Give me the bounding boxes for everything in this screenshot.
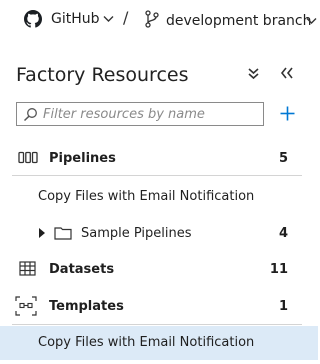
filter-input[interactable] — [43, 105, 257, 123]
tree-folder-label: Sample Pipelines — [81, 226, 192, 241]
tree-folder-sample-pipelines[interactable]: Sample Pipelines 4 — [0, 221, 318, 247]
chevron-down-icon[interactable] — [103, 15, 114, 23]
repo-selector[interactable]: GitHub — [51, 9, 100, 29]
panel-title: Factory Resources — [16, 64, 189, 86]
dataset-icon — [19, 261, 36, 276]
search-icon — [23, 108, 37, 122]
tree-group-pipelines[interactable]: Pipelines 5 — [0, 146, 318, 172]
hide-panel-icon[interactable] — [280, 66, 294, 80]
tree-group-label: Pipelines — [49, 151, 116, 166]
plus-icon[interactable] — [280, 106, 295, 121]
pipeline-icon — [18, 151, 38, 164]
tree-group-label: Datasets — [49, 262, 115, 277]
filter-box — [16, 102, 264, 126]
tree-group-datasets[interactable]: Datasets 11 — [0, 257, 318, 283]
tree-item-template[interactable]: Copy Files with Email Notification — [0, 326, 318, 360]
divider — [12, 175, 302, 176]
collapse-all-icon[interactable] — [247, 67, 260, 81]
tree-group-count: 5 — [278, 151, 288, 166]
caret-right-icon[interactable] — [38, 227, 46, 239]
tree-group-templates[interactable]: Templates 1 — [0, 294, 318, 320]
tree-item-pipeline[interactable]: Copy Files with Email Notification — [0, 184, 318, 210]
folder-icon — [54, 227, 72, 240]
tree-item-label: Copy Files with Email Notification — [38, 189, 255, 204]
tree-item-label: Copy Files with Email Notification — [38, 335, 255, 350]
template-icon — [15, 296, 37, 316]
github-icon[interactable] — [24, 10, 42, 28]
tree-group-count: 1 — [278, 299, 288, 314]
tree-folder-count: 4 — [278, 226, 288, 241]
divider — [12, 324, 302, 325]
top-bar: GitHub / development branch — [0, 0, 318, 44]
chevron-down-icon[interactable] — [306, 17, 317, 25]
tree-group-count: 11 — [269, 262, 288, 277]
breadcrumb-separator: / — [123, 8, 129, 27]
tree-group-label: Templates — [49, 299, 124, 314]
branch-selector[interactable]: development branch — [166, 11, 311, 31]
branch-icon — [145, 10, 159, 28]
